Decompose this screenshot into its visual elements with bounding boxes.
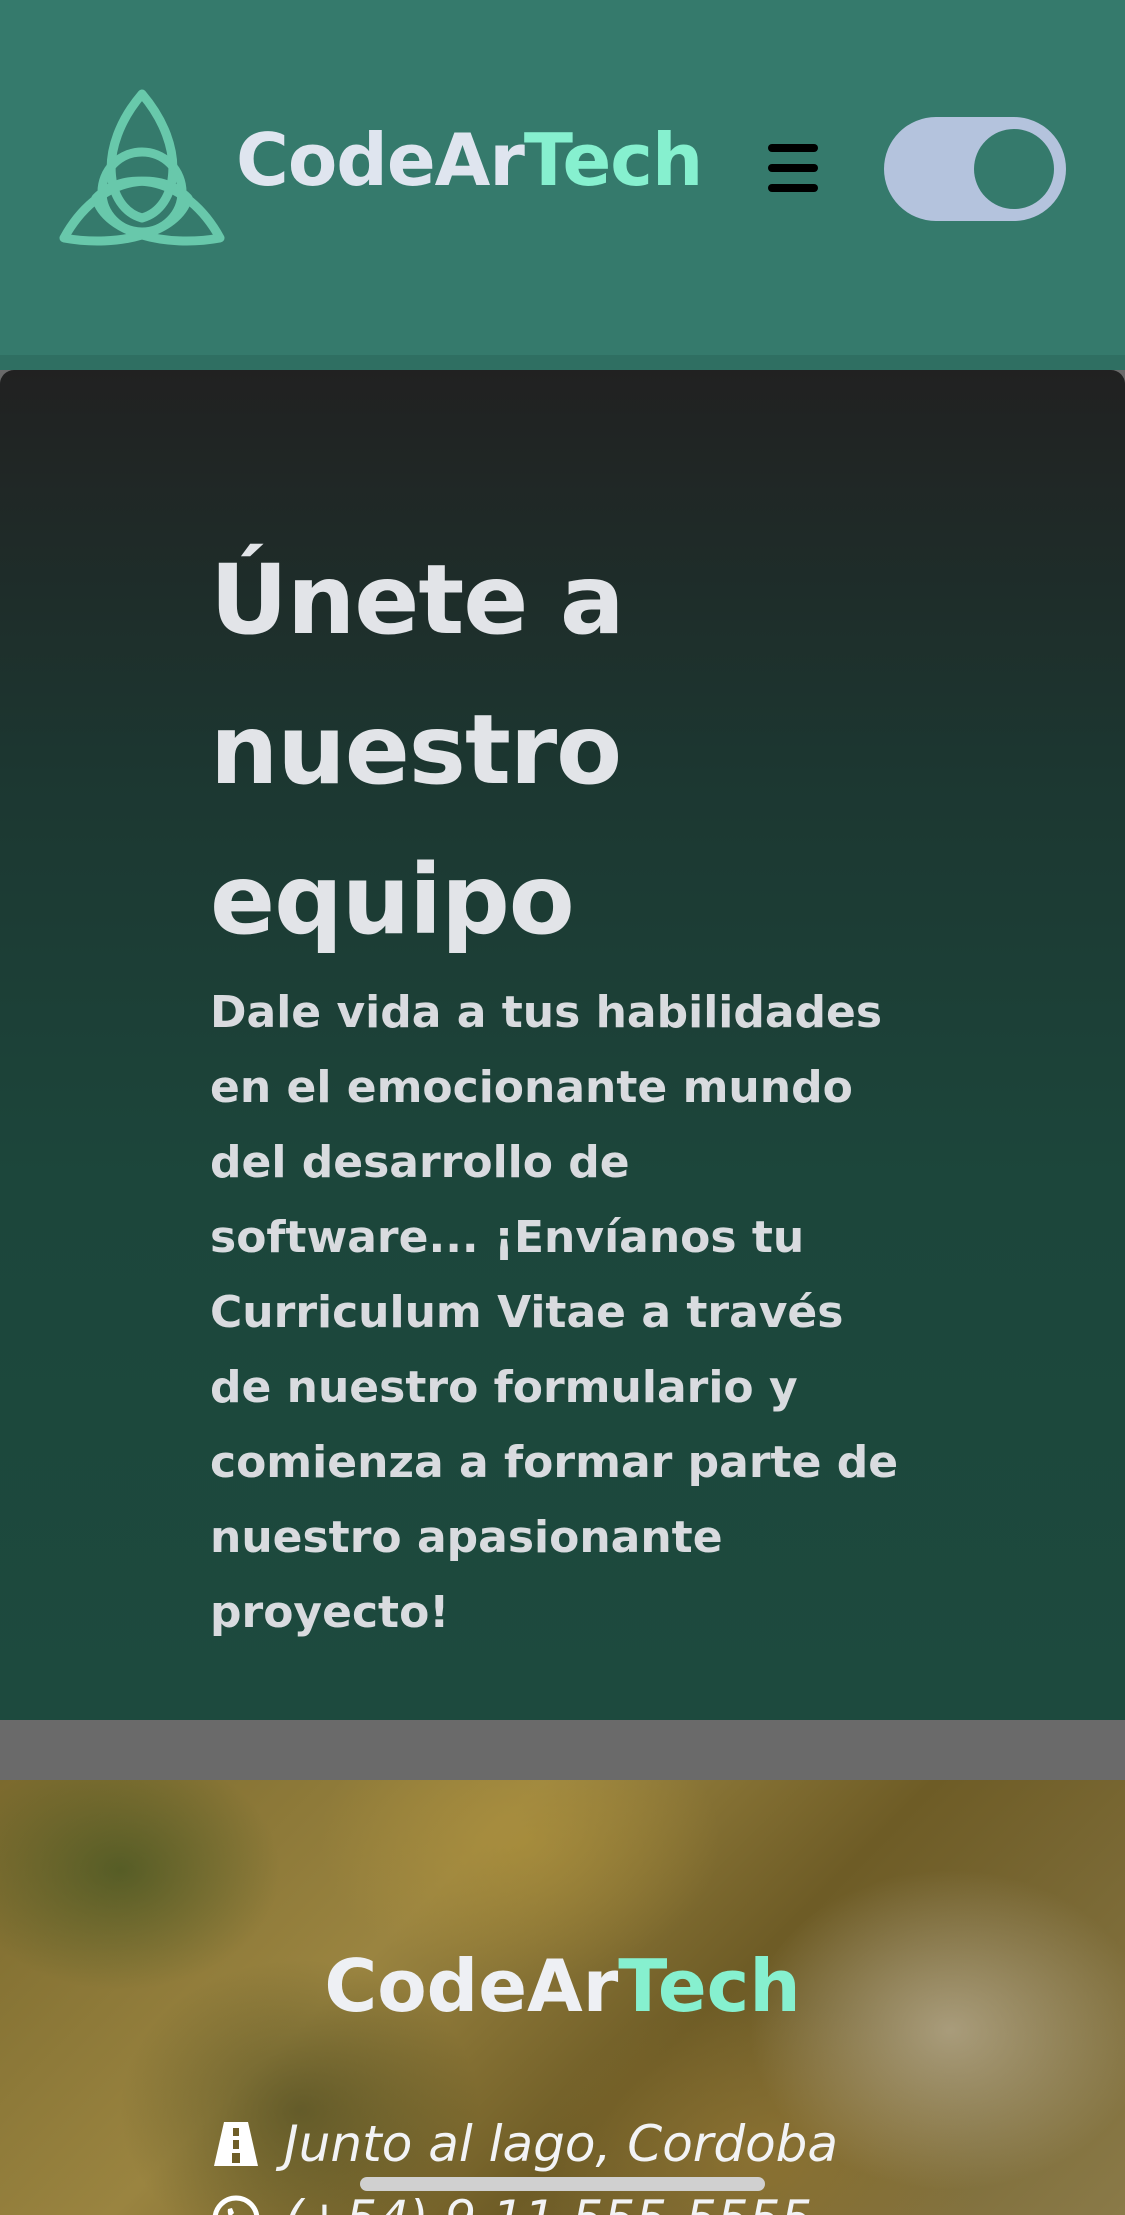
hero-description: Dale vida a tus habilidades en el emocio… (210, 987, 899, 1638)
app-header: CodeArTech (0, 0, 1125, 355)
triquetra-icon[interactable] (58, 88, 226, 250)
footer-brand-suffix: Tech (618, 1944, 801, 2028)
hero-title: Únete a nuestro equipo (210, 544, 625, 956)
hamburger-menu-icon[interactable] (762, 140, 830, 196)
brand-prefix: CodeAr (236, 118, 525, 202)
road-icon (214, 2122, 258, 2166)
footer-brand-prefix: CodeAr (324, 1944, 619, 2028)
footer: CodeArTech Junto al lago, Cordoba (+54) … (0, 1780, 1125, 2215)
phone-row[interactable]: (+54) 9 11 555-5555 (210, 2190, 812, 2215)
brand-logo-text[interactable]: CodeArTech (236, 124, 703, 196)
theme-toggle[interactable] (884, 117, 1066, 221)
header-divider (0, 355, 1125, 370)
section-gap (0, 1720, 1125, 1780)
brand-suffix: Tech (523, 118, 703, 202)
address-text: Junto al lago, Cordoba (284, 2115, 839, 2173)
footer-brand-text: CodeArTech (0, 1950, 1125, 2022)
whatsapp-icon (212, 2195, 260, 2215)
home-indicator[interactable] (360, 2177, 765, 2191)
toggle-knob (974, 129, 1054, 209)
join-team-section: Únete a nuestro equipo Dale vida a tus h… (0, 370, 1125, 1720)
phone-text: (+54) 9 11 555-5555 (284, 2190, 812, 2215)
address-row: Junto al lago, Cordoba (210, 2115, 838, 2173)
